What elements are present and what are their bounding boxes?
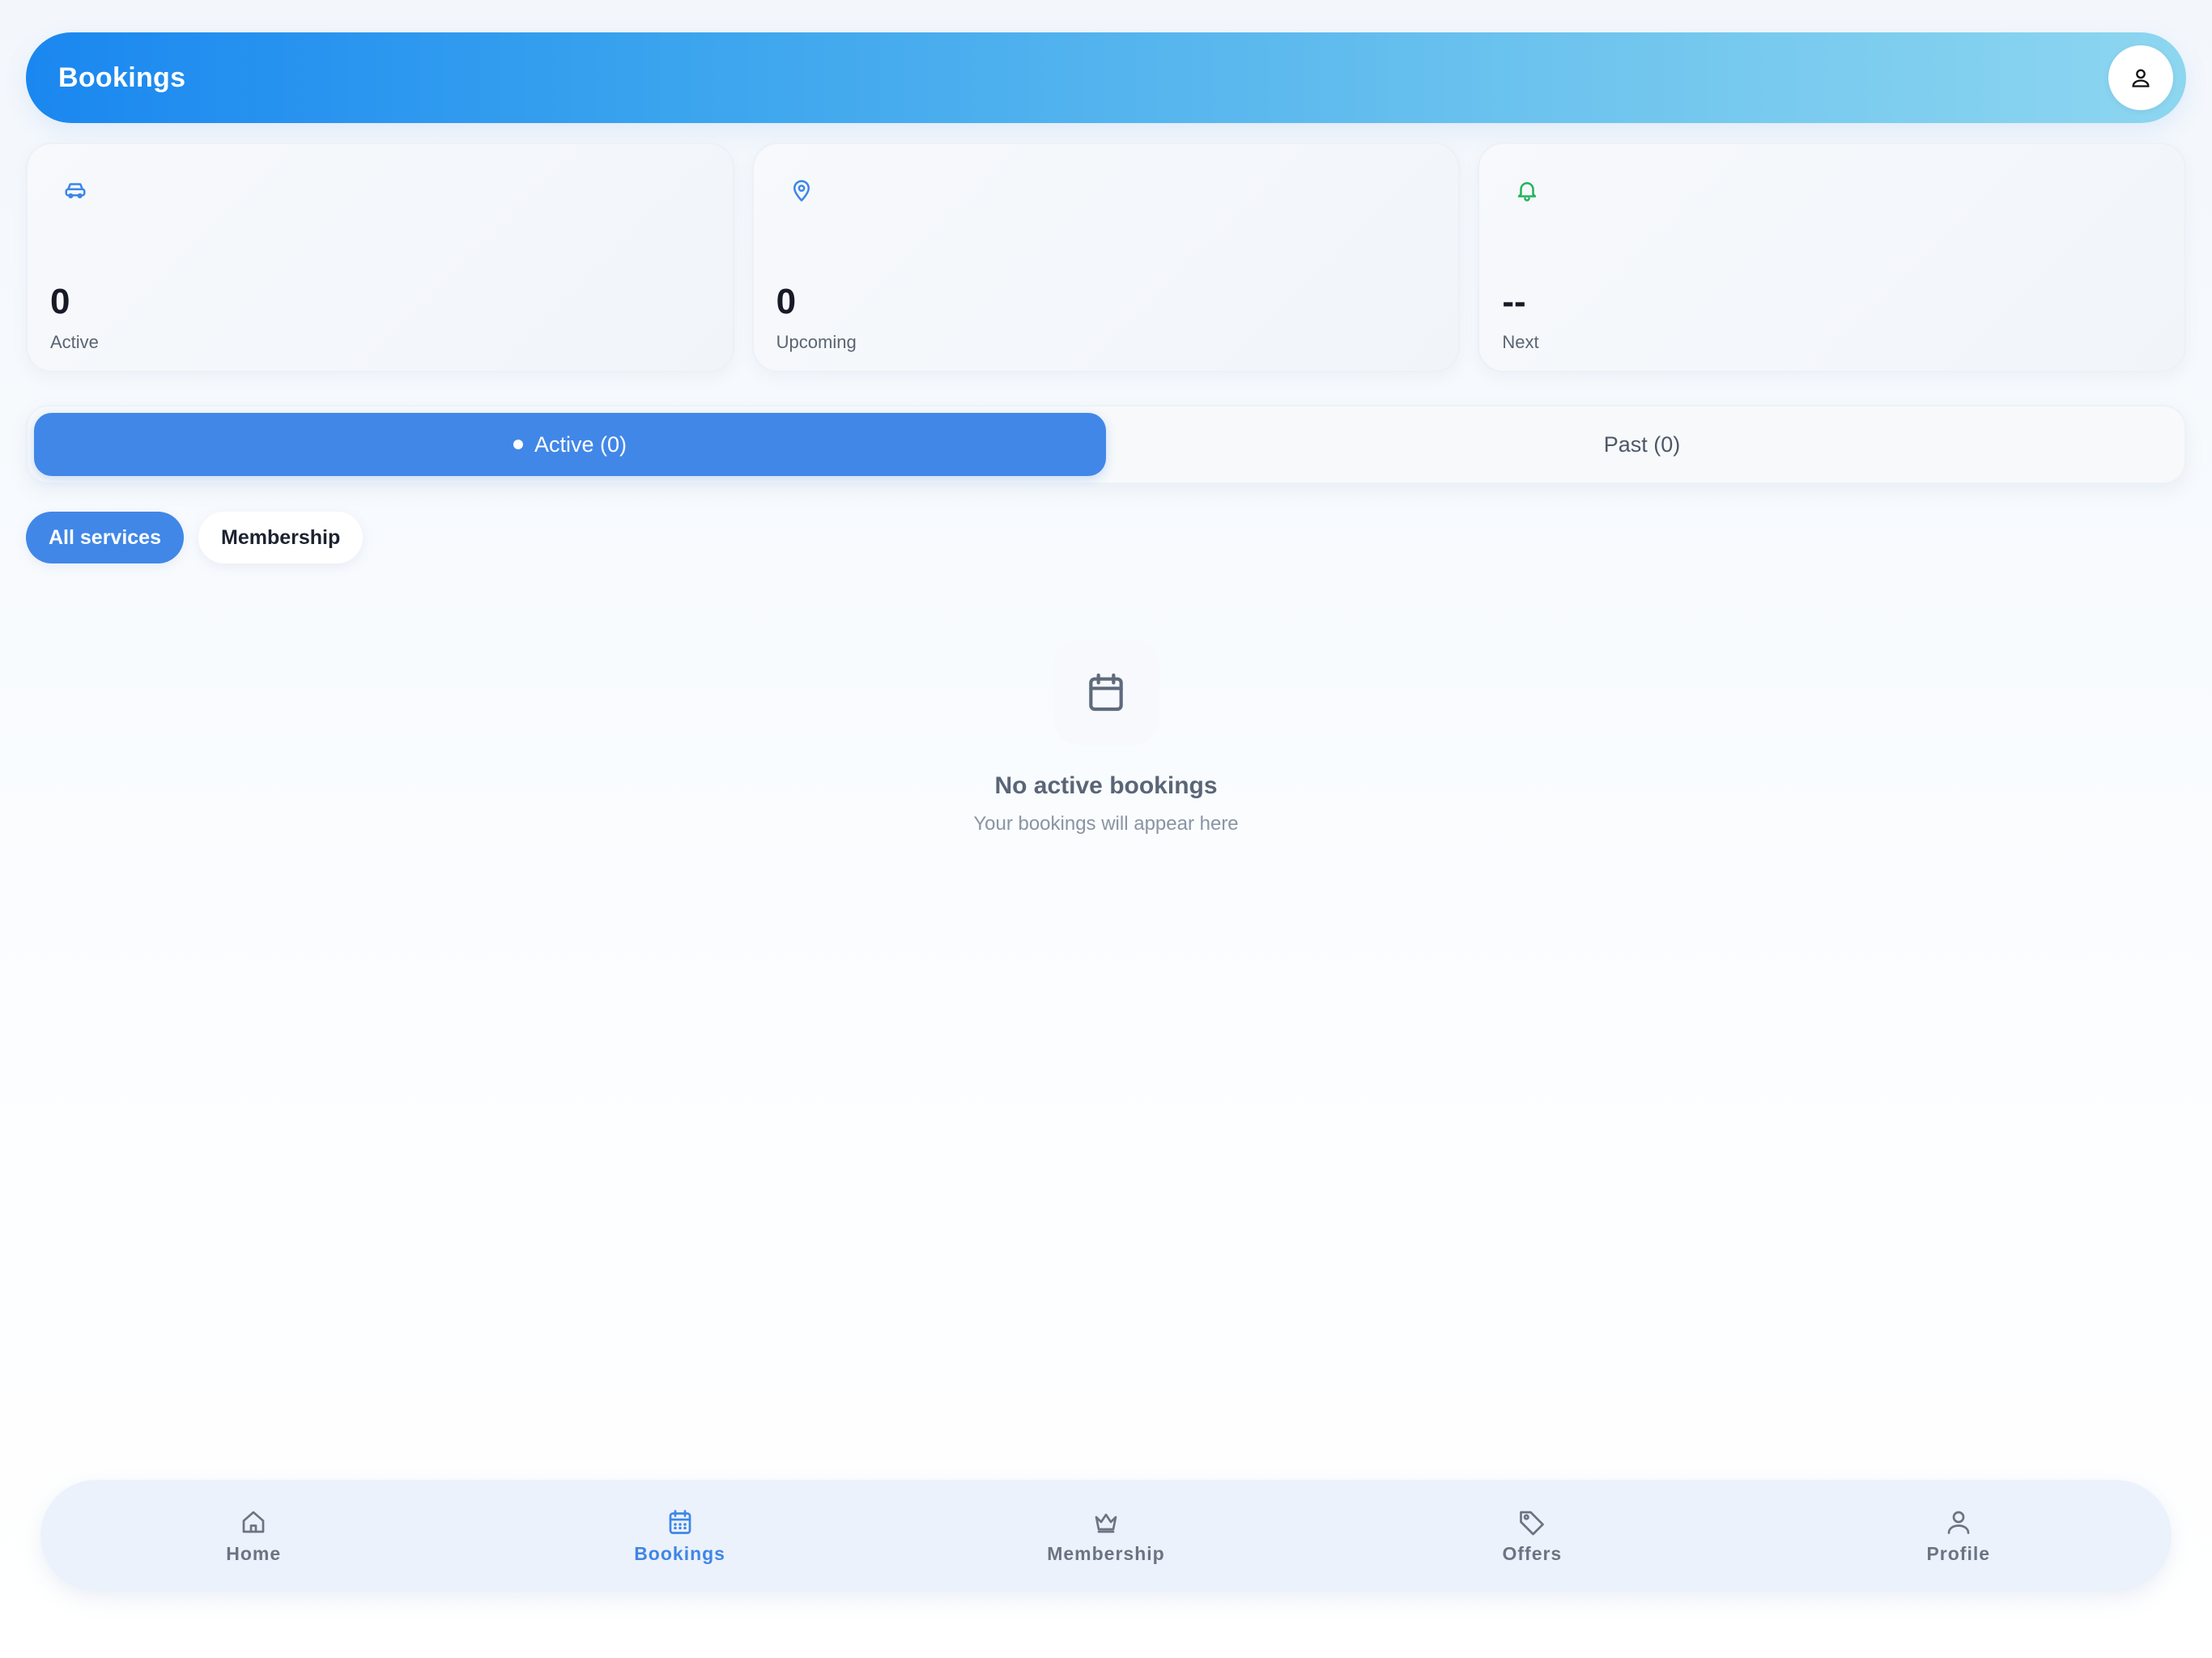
tag-icon (1520, 1511, 1545, 1535)
nav-label: Bookings (634, 1542, 725, 1564)
profile-button[interactable] (2108, 45, 2173, 110)
stat-value: 0 (776, 282, 797, 321)
booking-tabs: Active (0) Past (0) (26, 405, 2186, 484)
crown-icon (1095, 1513, 1117, 1533)
nav-item-bookings[interactable]: Bookings (559, 1507, 802, 1565)
nav-item-profile[interactable]: Profile (1837, 1507, 2080, 1565)
nav-item-membership[interactable]: Membership (985, 1507, 1227, 1565)
stat-label: Next (1502, 332, 1539, 352)
tab-past[interactable]: Past (0) (1106, 413, 2178, 476)
bookings-screen: Bookings 0 Active 0 Upcoming -- Next Act… (0, 0, 2212, 1658)
nav-label: Profile (1926, 1542, 1991, 1564)
tab-active[interactable]: Active (0) (34, 413, 1106, 476)
stat-label: Active (50, 332, 99, 352)
empty-icon-container (1053, 640, 1159, 745)
nav-label: Membership (1047, 1542, 1165, 1564)
tab-label: Active (0) (534, 432, 627, 457)
stat-card-active: 0 Active (26, 142, 734, 372)
filter-chip-membership[interactable]: Membership (198, 512, 364, 563)
nav-label: Offers (1502, 1542, 1563, 1564)
calendar-icon (1089, 673, 1123, 712)
stat-card-upcoming: 0 Upcoming (751, 142, 1461, 372)
map-pin-icon (793, 180, 810, 202)
calendar-icon (669, 1509, 691, 1534)
header-bar: Bookings (26, 32, 2186, 123)
bell-icon (1518, 182, 1537, 202)
user-icon (2132, 69, 2150, 87)
stat-value: 0 (50, 282, 70, 321)
user-icon (1947, 1511, 1970, 1534)
filter-chips: All services Membership (26, 512, 364, 563)
page-title: Bookings (58, 62, 186, 93)
stats-row: 0 Active 0 Upcoming -- Next (26, 142, 2187, 372)
filter-chip-all-services[interactable]: All services (26, 512, 184, 563)
nav-label: Home (226, 1542, 282, 1564)
nav-item-offers[interactable]: Offers (1410, 1507, 1653, 1565)
nav-item-home[interactable]: Home (132, 1507, 375, 1565)
bottom-nav: Home Bookings Membership Offers Profile (40, 1480, 2172, 1592)
stat-label: Upcoming (776, 332, 857, 352)
car-icon (65, 183, 86, 198)
active-dot (513, 440, 523, 449)
empty-subtitle: Your bookings will appear here (973, 813, 1239, 835)
empty-state: No active bookings Your bookings will ap… (0, 640, 2212, 835)
stat-card-next: -- Next (1478, 142, 2187, 372)
stat-value: -- (1502, 282, 1526, 321)
tab-label: Past (0) (1603, 432, 1681, 457)
home-icon (242, 1511, 265, 1533)
empty-title: No active bookings (994, 772, 1218, 799)
